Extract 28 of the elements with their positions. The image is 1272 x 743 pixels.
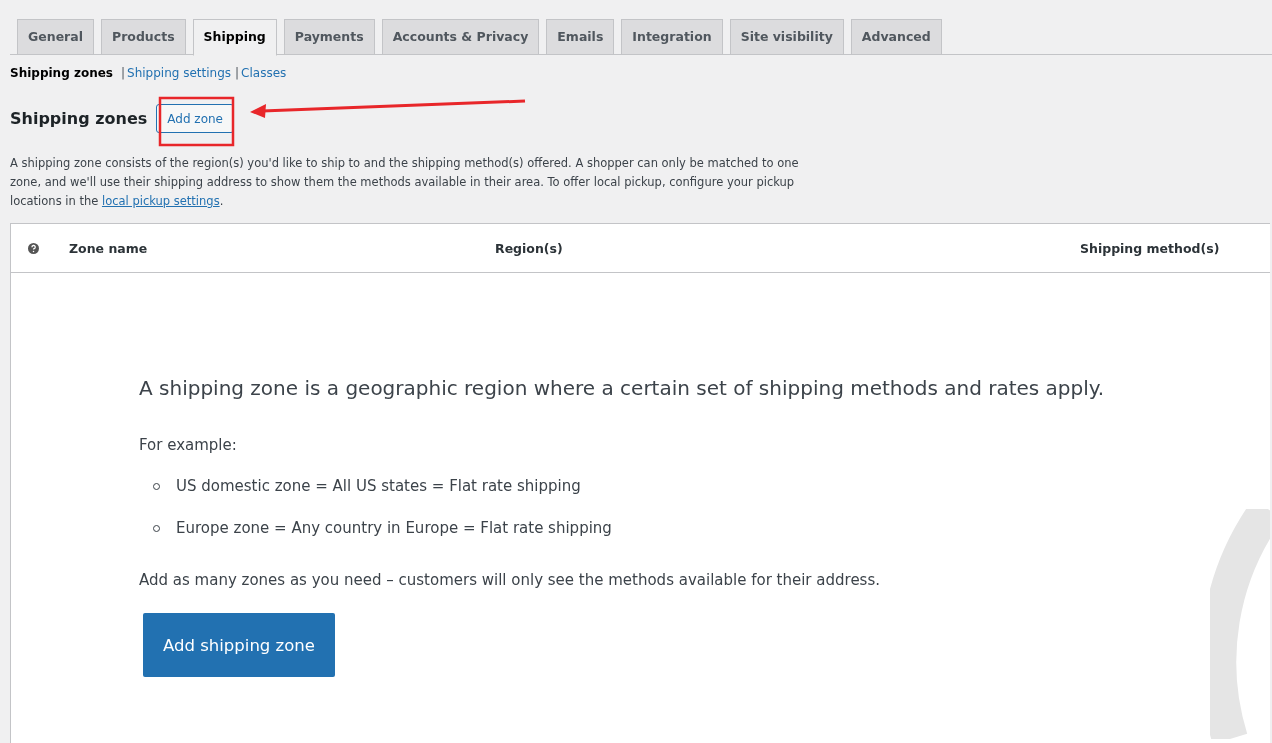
description-text: A shipping zone consists of the region(s) you'd like to ship to and the shipping method(s) offered. A shopper can only be matched to one zone, and we'll use their shipping address to show them the methods available in their area. To offer local pickup, configure your pickup locations in the local pickup settings. bbox=[10, 155, 800, 210]
settings-tab[interactable]: General bbox=[17, 19, 94, 55]
empty-state-title: A shipping zone is a geographic region where a certain set of shipping methods and rates apply. bbox=[139, 376, 1106, 400]
example-intro: For example: bbox=[139, 436, 238, 454]
settings-tab[interactable]: Emails bbox=[546, 19, 615, 55]
help-icon bbox=[28, 242, 39, 254]
subnav-link[interactable]: Shipping zones bbox=[10, 66, 113, 80]
column-header: Region(s) bbox=[495, 240, 564, 256]
settings-tab[interactable]: Products bbox=[101, 19, 186, 55]
example-text: Europe zone = Any country in Europe = Flat rate shipping bbox=[176, 519, 612, 537]
add-shipping-zone-button[interactable]: Add shipping zone bbox=[143, 613, 335, 677]
settings-tab[interactable]: Advanced bbox=[850, 19, 942, 55]
local-pickup-settings-link[interactable]: local pickup settings bbox=[101, 194, 220, 208]
settings-tab[interactable]: Accounts & Privacy bbox=[381, 19, 540, 55]
settings-tab[interactable]: Shipping bbox=[192, 19, 277, 56]
column-header: Shipping method(s) bbox=[1080, 240, 1221, 256]
settings-tab[interactable]: Site visibility bbox=[729, 19, 844, 55]
separator-text: | bbox=[120, 66, 125, 80]
settings-tab[interactable]: Payments bbox=[283, 19, 375, 55]
column-header: Zone name bbox=[69, 240, 149, 256]
subnav-link[interactable]: Shipping settings bbox=[127, 66, 232, 80]
empty-state-note: Add as many zones as you need – customers will only see the methods available for their address. bbox=[139, 571, 881, 589]
subnav-link[interactable]: Classes bbox=[241, 66, 287, 80]
separator-text: | bbox=[235, 66, 240, 80]
section-heading: Shipping zones bbox=[10, 109, 148, 128]
example-text: US domestic zone = All US states = Flat rate shipping bbox=[176, 477, 581, 495]
add-zone-button[interactable]: Add zone bbox=[156, 104, 234, 133]
settings-tab[interactable]: Integration bbox=[621, 19, 723, 55]
